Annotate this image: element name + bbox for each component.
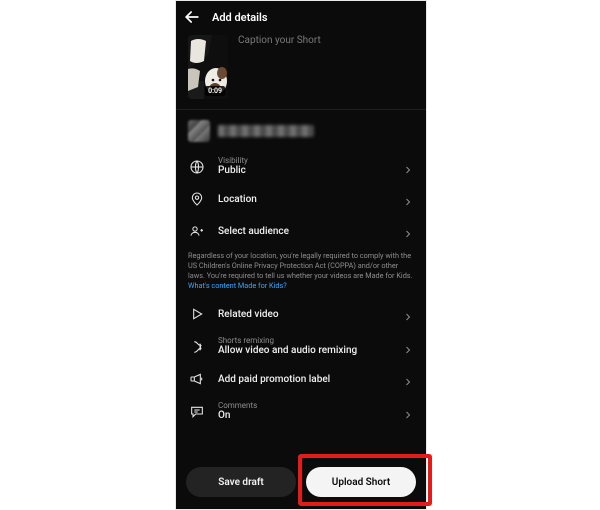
remix-icon — [188, 338, 206, 356]
megaphone-icon — [188, 370, 206, 388]
back-button[interactable] — [182, 7, 202, 27]
add-details-screen: Add details 0:09 Caption your Sho — [175, 0, 427, 510]
people-icon — [188, 222, 206, 240]
related-video-row[interactable]: Related video — [176, 298, 426, 330]
visibility-value: Public — [218, 165, 402, 176]
visibility-row[interactable]: Visibility Public — [176, 150, 426, 183]
disclaimer-text: Regardless of your location, you're lega… — [188, 251, 413, 280]
location-pin-icon — [188, 190, 206, 208]
location-row[interactable]: Location — [176, 183, 426, 215]
remixing-value: Allow video and audio remixing — [218, 345, 402, 356]
comments-label: Comments — [218, 402, 402, 410]
comments-icon — [188, 403, 206, 421]
visibility-label: Visibility — [218, 157, 402, 165]
audience-row[interactable]: Select audience — [176, 215, 426, 247]
remixing-label: Shorts remixing — [218, 337, 402, 345]
related-video-label: Related video — [218, 309, 402, 320]
avatar — [188, 120, 210, 142]
globe-icon — [188, 158, 206, 176]
footer-actions: Save draft Upload Short — [176, 457, 426, 509]
caption-row[interactable]: 0:09 Caption your Short — [176, 31, 426, 109]
audience-label: Select audience — [218, 226, 402, 237]
play-icon — [188, 305, 206, 323]
remixing-row[interactable]: Shorts remixing Allow video and audio re… — [176, 330, 426, 363]
upload-short-button[interactable]: Upload Short — [306, 467, 416, 497]
arrow-left-icon — [182, 7, 202, 27]
coppa-disclaimer: Regardless of your location, you're lega… — [176, 247, 426, 298]
account-row[interactable] — [176, 110, 426, 150]
chevron-right-icon — [402, 225, 414, 237]
chevron-right-icon — [402, 193, 414, 205]
chevron-right-icon — [402, 161, 414, 173]
account-name-redacted — [218, 125, 314, 137]
save-draft-button[interactable]: Save draft — [186, 467, 296, 497]
comments-row[interactable]: Comments On — [176, 395, 426, 428]
paid-promotion-label: Add paid promotion label — [218, 374, 402, 385]
chevron-right-icon — [402, 341, 414, 353]
video-duration: 0:09 — [205, 86, 225, 96]
page-title: Add details — [212, 11, 268, 24]
location-label: Location — [218, 194, 402, 205]
comments-value: On — [218, 410, 402, 421]
chevron-right-icon — [402, 406, 414, 418]
chevron-right-icon — [402, 373, 414, 385]
caption-input[interactable]: Caption your Short — [238, 35, 321, 46]
paid-promotion-row[interactable]: Add paid promotion label — [176, 363, 426, 395]
chevron-right-icon — [402, 308, 414, 320]
video-thumbnail[interactable]: 0:09 — [188, 35, 228, 99]
made-for-kids-link[interactable]: What's content Made for Kids? — [188, 281, 287, 290]
top-bar: Add details — [176, 1, 426, 31]
